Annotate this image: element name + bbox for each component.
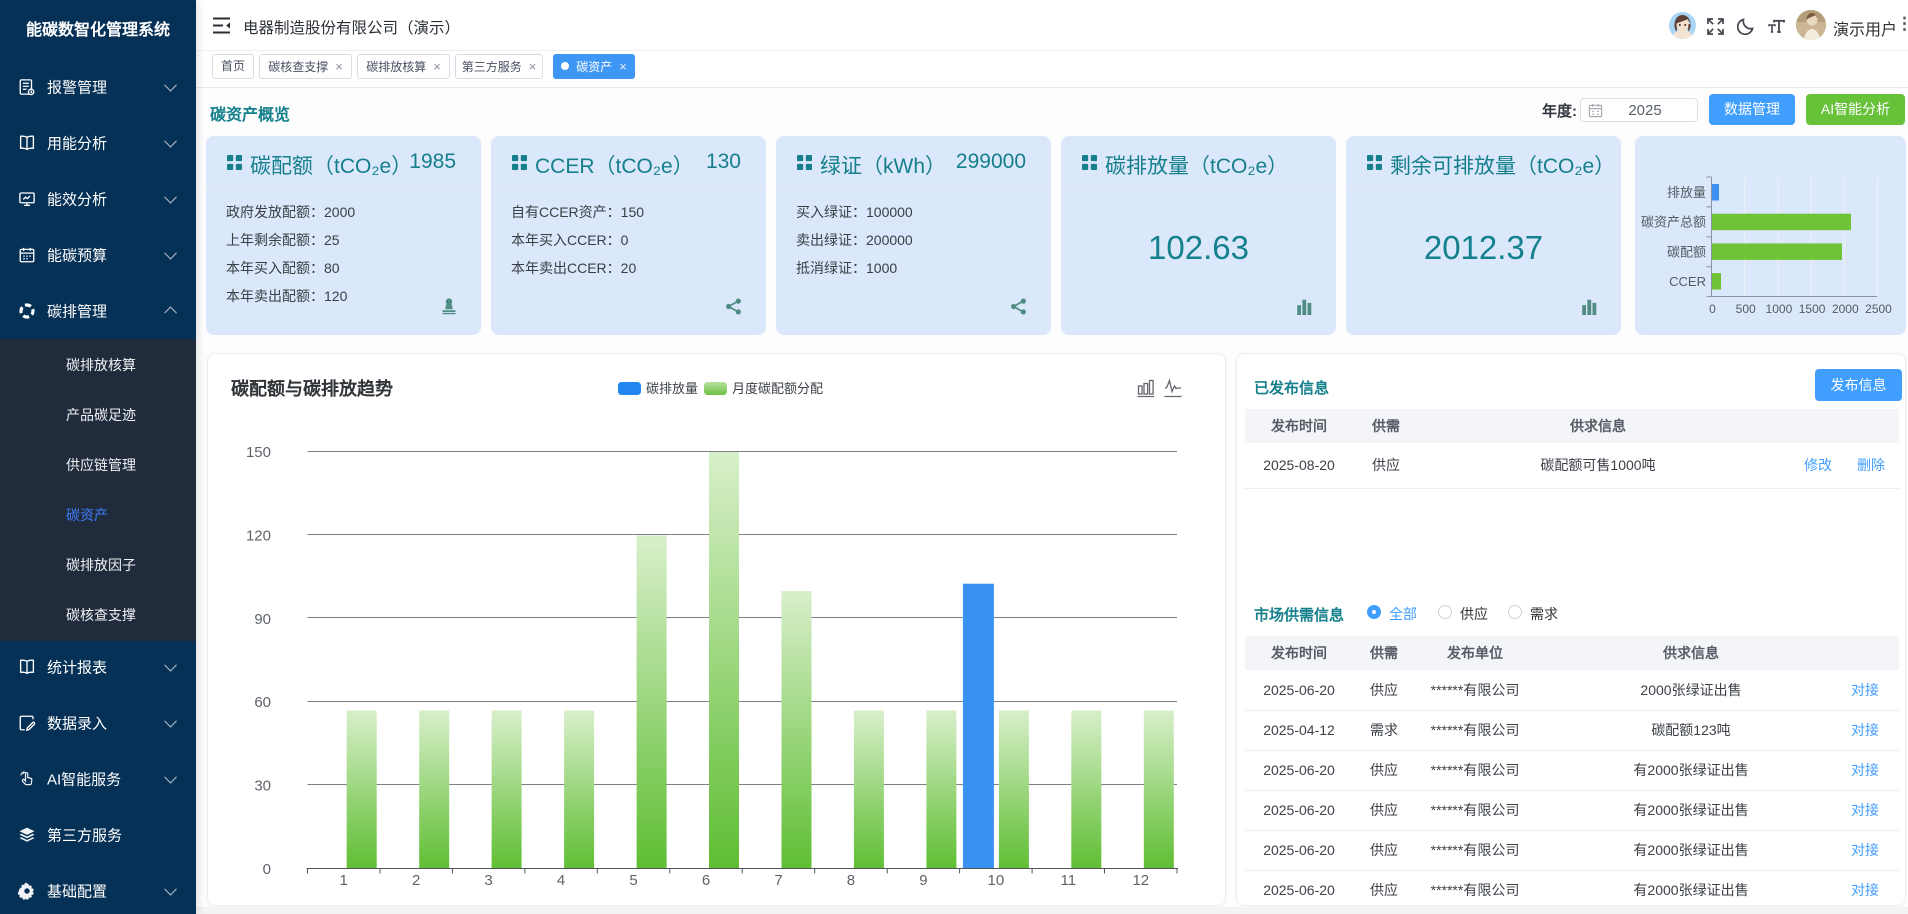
svg-text:排放量: 排放量 [1667,185,1706,200]
svg-text:30: 30 [254,778,271,795]
svg-text:500: 500 [1736,302,1756,316]
svg-text:0: 0 [1709,302,1716,316]
svg-text:9: 9 [919,872,927,889]
svg-text:2500: 2500 [1865,302,1892,316]
svg-text:60: 60 [254,694,271,711]
svg-text:12: 12 [1132,872,1149,889]
svg-text:6: 6 [702,872,710,889]
svg-text:120: 120 [246,527,271,544]
svg-text:150: 150 [246,444,271,461]
svg-text:2000: 2000 [1832,302,1859,316]
svg-text:1500: 1500 [1799,302,1826,316]
svg-text:8: 8 [847,872,855,889]
svg-text:5: 5 [629,872,637,889]
svg-text:1000: 1000 [1766,302,1793,316]
svg-text:碳资产总额: 碳资产总额 [1641,215,1706,230]
svg-text:3: 3 [484,872,492,889]
svg-text:1: 1 [340,872,348,889]
svg-text:碳配额: 碳配额 [1667,244,1706,259]
svg-text:11: 11 [1061,872,1077,889]
svg-text:CCER: CCER [1669,274,1706,289]
svg-text:4: 4 [557,872,565,889]
svg-text:7: 7 [774,872,782,889]
svg-text:0: 0 [263,861,271,878]
svg-text:2: 2 [412,872,420,889]
svg-text:10: 10 [988,872,1005,889]
svg-text:90: 90 [254,611,271,628]
